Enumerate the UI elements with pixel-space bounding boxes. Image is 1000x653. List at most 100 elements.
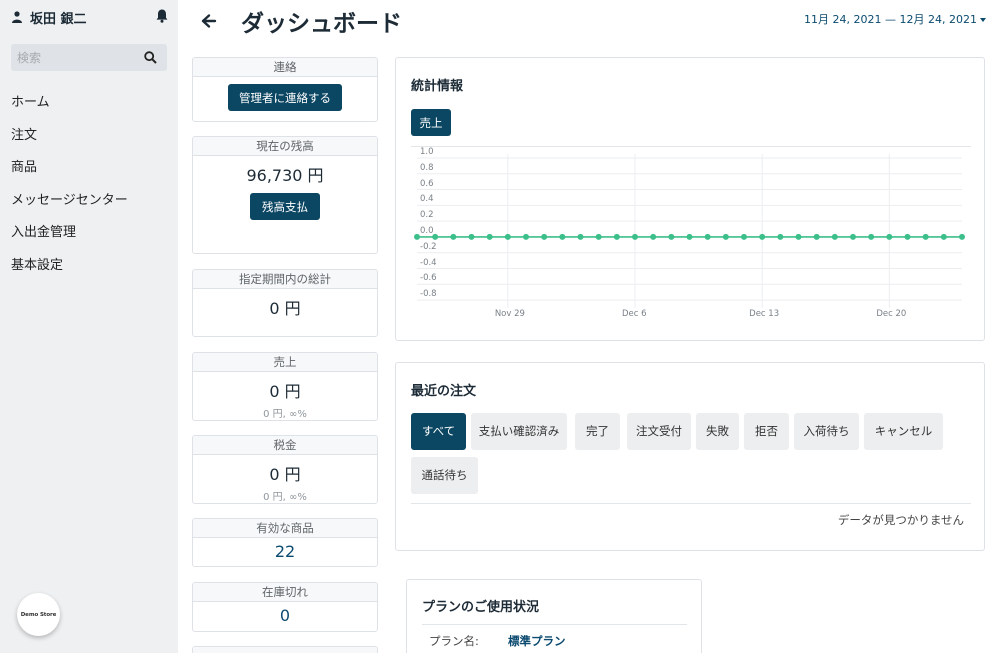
page-title: ダッシュボード: [241, 11, 402, 37]
period-total-card-title: 指定期間内の総計: [193, 270, 377, 289]
y-tick-label: -0.4: [420, 257, 437, 268]
data-point[interactable]: [813, 233, 820, 240]
y-tick-label: 0.2: [420, 210, 434, 221]
store-logo[interactable]: Demo Store: [17, 593, 60, 636]
filter-payment-confirmed[interactable]: 支払い確認済み: [471, 413, 567, 450]
data-point[interactable]: [632, 233, 638, 240]
data-point[interactable]: [904, 233, 911, 240]
contact-card-title: 連絡: [193, 58, 377, 77]
user-name: 坂田 銀二: [30, 11, 87, 27]
filter-order-received[interactable]: 注文受付: [627, 413, 691, 450]
filter-all[interactable]: すべて: [411, 413, 466, 450]
tax-card-title: 税金: [193, 436, 377, 455]
sidebar-item-message-center[interactable]: メッセージセンター: [11, 190, 128, 223]
sidebar-item-orders[interactable]: 注文: [11, 125, 128, 158]
search-icon[interactable]: [144, 51, 157, 64]
plan-name-value: 標準プラン: [508, 634, 566, 648]
data-point[interactable]: [959, 233, 965, 240]
x-tick-label: Dec 6: [622, 309, 647, 319]
y-tick-label: 1.0: [420, 146, 434, 157]
y-tick-label: -0.8: [420, 289, 437, 300]
plan-usage-panel: プランのご使用状況 プラン名: 標準プラン: [406, 579, 702, 653]
x-tick-label: Dec 20: [876, 309, 907, 319]
contact-card: 連絡 管理者に連絡する: [192, 57, 378, 122]
date-range-text: 11月 24, 2021 — 12月 24, 2021: [804, 13, 977, 26]
data-point[interactable]: [795, 233, 802, 240]
user-row[interactable]: 坂田 銀二: [12, 8, 168, 27]
back-arrow-icon[interactable]: [201, 12, 217, 30]
next-card: [192, 646, 378, 653]
data-point[interactable]: [595, 233, 602, 240]
sidebar: 坂田 銀二 ホーム 注文 商品 メッセージセンター 入出金管理 基本設定 Dem…: [0, 0, 178, 653]
filter-awaiting-call[interactable]: 通話待ち: [411, 457, 478, 494]
data-point[interactable]: [559, 233, 566, 240]
data-point[interactable]: [668, 233, 675, 240]
data-point[interactable]: [504, 233, 511, 240]
data-point[interactable]: [650, 233, 657, 240]
next-card-title: [193, 647, 377, 653]
filter-cancelled[interactable]: キャンセル: [864, 413, 943, 450]
data-point[interactable]: [850, 233, 856, 240]
data-point[interactable]: [541, 233, 548, 240]
filter-completed[interactable]: 完了: [575, 413, 620, 450]
out-of-stock-card: 在庫切れ 0: [192, 582, 378, 632]
sales-card-title: 売上: [193, 353, 377, 372]
divider: [411, 503, 971, 504]
y-tick-label: -0.2: [420, 241, 437, 252]
balance-card-title: 現在の残高: [193, 137, 377, 156]
y-tick-label: 0.8: [420, 162, 434, 173]
statistics-panel: 統計情報 売上 1.0 0.8 0.6 0.4 0.2 0.0 -0.2 -0.4 -0.6 -0…: [395, 57, 985, 341]
sidebar-item-settings[interactable]: 基本設定: [11, 255, 128, 288]
plan-usage-title: プランのご使用状況: [422, 600, 540, 615]
plan-name-label: プラン名:: [429, 634, 479, 648]
sidebar-item-home[interactable]: ホーム: [11, 92, 128, 125]
data-point[interactable]: [940, 233, 947, 240]
data-point[interactable]: [613, 233, 620, 240]
recent-orders-panel: 最近の注文 すべて 支払い確認済み 完了 注文受付 失敗 拒否 入荷待ち キャン…: [395, 362, 985, 551]
tax-card: 税金 0 円 0 円, ∞%: [192, 435, 378, 504]
active-products-value[interactable]: 22: [193, 542, 377, 561]
data-point[interactable]: [468, 233, 475, 240]
sales-card: 売上 0 円 0 円, ∞%: [192, 352, 378, 421]
filter-awaiting-stock[interactable]: 入荷待ち: [794, 413, 859, 450]
sidebar-item-products[interactable]: 商品: [11, 157, 128, 190]
date-range-picker[interactable]: 11月 24, 2021 — 12月 24, 2021: [804, 11, 986, 27]
filter-rejected[interactable]: 拒否: [744, 413, 789, 450]
contact-admin-button[interactable]: 管理者に連絡する: [228, 84, 342, 111]
period-total-card: 指定期間内の総計 0 円: [192, 269, 378, 337]
data-point[interactable]: [831, 233, 838, 240]
search-input[interactable]: [11, 44, 141, 71]
y-tick-label: -0.6: [420, 273, 437, 284]
data-point[interactable]: [577, 233, 584, 240]
bell-icon[interactable]: [156, 9, 168, 23]
pay-balance-button[interactable]: 残高支払: [250, 193, 320, 220]
sales-sub: 0 円, ∞%: [263, 409, 307, 420]
data-point[interactable]: [759, 233, 766, 240]
data-point[interactable]: [722, 233, 729, 240]
sidebar-item-payments[interactable]: 入出金管理: [11, 222, 128, 255]
data-point[interactable]: [686, 233, 693, 240]
data-point[interactable]: [777, 233, 784, 240]
sales-line-chart: [414, 154, 965, 308]
data-point[interactable]: [741, 233, 747, 240]
recent-orders-title: 最近の注文: [411, 384, 477, 399]
search-box: [11, 44, 167, 71]
out-of-stock-value[interactable]: 0: [193, 606, 377, 625]
data-point[interactable]: [486, 233, 493, 240]
balance-card: 現在の残高 96,730 円 残高支払: [192, 136, 378, 254]
balance-value: 96,730 円: [246, 166, 324, 185]
data-point[interactable]: [704, 233, 711, 240]
tax-value: 0 円: [269, 465, 301, 484]
data-point[interactable]: [922, 233, 929, 240]
y-tick-label: 0.4: [420, 194, 434, 205]
store-logo-text: Demo Store: [20, 611, 57, 618]
data-point[interactable]: [868, 233, 875, 240]
data-point[interactable]: [886, 233, 893, 240]
data-point[interactable]: [523, 233, 529, 240]
caret-down-icon: [980, 18, 986, 22]
filter-failed[interactable]: 失敗: [696, 413, 739, 450]
user-icon: [12, 11, 22, 23]
data-point[interactable]: [450, 233, 457, 240]
sales-value: 0 円: [269, 382, 301, 401]
active-products-card-title: 有効な商品: [193, 519, 377, 538]
